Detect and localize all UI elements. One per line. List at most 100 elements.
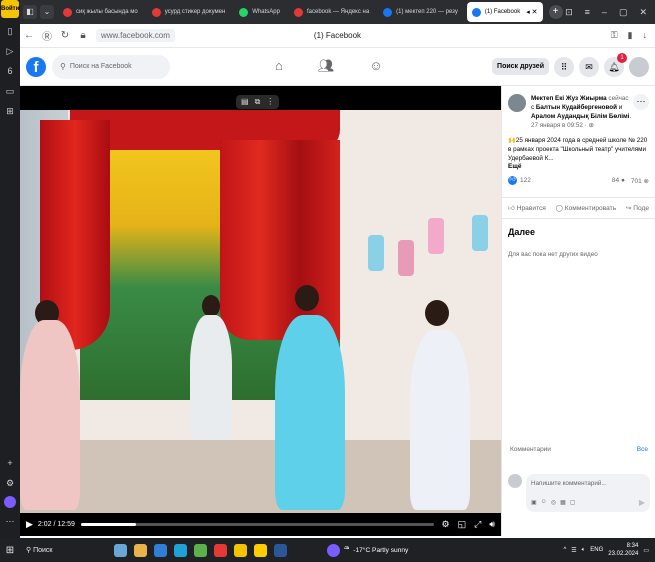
play-icon[interactable]: ▷: [3, 44, 17, 58]
downloads-icon[interactable]: ↓: [643, 30, 648, 41]
apps-icon[interactable]: ⊞: [3, 104, 17, 118]
tab-search-icon[interactable]: ⊡: [565, 7, 573, 18]
comment-button[interactable]: ◯ Комментировать: [556, 204, 617, 212]
post-options-button[interactable]: ⋯: [633, 94, 649, 110]
close-window-icon[interactable]: ✕: [639, 7, 647, 18]
more-icon[interactable]: ⋯: [3, 514, 17, 528]
groups-icon[interactable]: ☺: [369, 58, 382, 74]
camera-icon[interactable]: ◎: [551, 499, 556, 506]
counter-icon[interactable]: 6: [3, 64, 17, 78]
page-avatar[interactable]: [508, 94, 526, 112]
tab-5[interactable]: (1) мектеп 220 — резу: [378, 2, 463, 22]
share-button[interactable]: ↪ Поде: [626, 204, 649, 212]
yandex-shield-icon[interactable]: Ⓡ: [38, 28, 56, 43]
comments-header: Комментарии Все: [502, 446, 655, 453]
tab-4[interactable]: facebook — Яндекс на: [289, 2, 374, 22]
find-friends-button[interactable]: Поиск друзей: [492, 58, 549, 75]
fullscreen-icon[interactable]: ⤢: [474, 519, 481, 530]
tab-2[interactable]: усурд стикер докумен: [147, 2, 231, 22]
notifications-icon[interactable]: ▭: [643, 547, 649, 554]
tagged-page[interactable]: Аралом Аудандық Білім Бөлімі: [531, 113, 629, 120]
more-vertical-icon[interactable]: ⋮: [266, 97, 274, 107]
sticker-icon[interactable]: ▣: [531, 499, 537, 506]
see-more-link[interactable]: Ещё: [502, 163, 655, 170]
edge-icon[interactable]: [174, 543, 187, 557]
video-player[interactable]: ▤ ⧉ ⋮ ▶ 2:02 / 12:59 ⚙ ◱ ⤢ 🔊︎: [20, 86, 501, 536]
notifications-icon[interactable]: 🔔︎ 1: [604, 52, 627, 77]
play-icon[interactable]: ▶: [26, 519, 33, 530]
yandex-music-icon[interactable]: [234, 543, 247, 557]
new-tab-button[interactable]: +: [548, 5, 563, 19]
tagged-person[interactable]: Балтын Кудайбергеновой: [536, 104, 617, 111]
friends-icon[interactable]: 👥︎: [318, 58, 335, 74]
video-frame: [20, 110, 501, 520]
messenger-icon[interactable]: ✉: [579, 56, 599, 77]
comment-input[interactable]: Напишите комментарий... ▣ ☺ ◎ ▦ ▢ ▶: [526, 474, 650, 512]
volume-icon[interactable]: 🔊︎: [489, 519, 495, 530]
settings-icon[interactable]: ⚙: [442, 519, 450, 530]
bookmark-icon[interactable]: ▭: [3, 84, 17, 98]
mail-icon[interactable]: [154, 543, 167, 557]
search-input[interactable]: ⚲ Поиск на Facebook: [52, 54, 170, 79]
profile-avatar[interactable]: [629, 56, 649, 77]
commenter-avatar[interactable]: [508, 474, 522, 488]
home-icon[interactable]: ⌂: [275, 58, 283, 74]
collections-icon[interactable]: ▯: [3, 24, 17, 38]
clock[interactable]: 8:34 23.02.2024: [608, 542, 638, 558]
close-tab-icon[interactable]: ◂ ✕: [526, 8, 537, 16]
language-indicator[interactable]: ENG: [590, 547, 603, 553]
like-button[interactable]: 👍︎ Нравится: [508, 204, 546, 212]
bookmark-add-icon[interactable]: ▮: [628, 30, 633, 41]
yandex-logo[interactable]: Войти: [1, 0, 19, 18]
globe-icon: ⊕: [588, 122, 594, 129]
volume-icon[interactable]: 🔈︎: [582, 547, 586, 554]
lock-status-icon[interactable]: ⚿: [611, 30, 618, 41]
like-count[interactable]: 122: [520, 177, 531, 184]
post-author[interactable]: Мектеп Екі Жуз Жиырма: [531, 95, 607, 102]
post-panel: Мектеп Екі Жуз Жиырма сейчас с Балтын Ку…: [501, 86, 655, 536]
video-progress-bar[interactable]: [80, 523, 434, 526]
file-explorer-icon[interactable]: [134, 543, 147, 557]
add-icon[interactable]: +: [3, 456, 17, 470]
menu-icon[interactable]: ≡: [585, 7, 590, 18]
store-icon[interactable]: [194, 543, 207, 557]
emoji-icon[interactable]: ☺: [541, 499, 547, 506]
maximize-icon[interactable]: ▢: [619, 7, 628, 18]
minimize-icon[interactable]: –: [602, 7, 607, 18]
comment-count[interactable]: 84: [612, 177, 619, 184]
yandex-icon[interactable]: [254, 543, 267, 557]
tab-dropdown-icon[interactable]: ⌄: [40, 5, 54, 19]
tray-expand-icon[interactable]: ^: [563, 547, 566, 553]
tab-3[interactable]: WhatsApp: [234, 2, 285, 22]
menu-grid-icon[interactable]: ⠿: [554, 56, 574, 77]
word-icon[interactable]: [274, 543, 287, 557]
crop-icon[interactable]: ⧉: [255, 97, 261, 107]
settings-icon[interactable]: ⚙: [3, 476, 17, 490]
send-icon[interactable]: ▶: [639, 498, 645, 507]
comments-filter[interactable]: Все: [637, 446, 648, 453]
share-count[interactable]: 701: [631, 178, 642, 185]
alice-icon[interactable]: [327, 543, 340, 557]
taskbar-search[interactable]: ⚲ Поиск: [20, 541, 110, 559]
mini-player-icon[interactable]: ◱: [458, 519, 467, 530]
post-date[interactable]: 27 января в 09:52 ·: [531, 122, 588, 129]
tabs-menu-icon[interactable]: ◧: [23, 5, 37, 19]
windows-start-icon[interactable]: ⊞: [0, 545, 20, 556]
reload-icon[interactable]: ↻: [56, 30, 74, 41]
avatar-sticker-icon[interactable]: ▢: [570, 499, 576, 506]
weather-widget[interactable]: ⛅︎ -17°C Partly sunny: [327, 543, 408, 557]
yandex-browser-icon[interactable]: [214, 543, 227, 557]
picture-in-picture-icon[interactable]: ▤: [241, 97, 249, 107]
tab-active-facebook[interactable]: (1) Facebook ◂ ✕: [466, 2, 543, 22]
task-view-icon[interactable]: [114, 543, 127, 557]
alice-icon[interactable]: [4, 496, 16, 508]
tab-1[interactable]: сиқ жылы басында мо: [58, 2, 143, 22]
url-field[interactable]: www.facebook.com: [96, 29, 175, 42]
network-icon[interactable]: ☰: [571, 547, 576, 554]
facebook-logo[interactable]: f: [26, 56, 46, 77]
back-icon[interactable]: ←: [20, 30, 38, 41]
notification-badge: 1: [617, 52, 627, 63]
browser-sidebar: Войти ▯ ▷ 6 ▭ ⊞ + ⚙ ⋯: [0, 0, 20, 538]
video-progress-fill: [80, 523, 137, 526]
gif-icon[interactable]: ▦: [560, 499, 566, 506]
